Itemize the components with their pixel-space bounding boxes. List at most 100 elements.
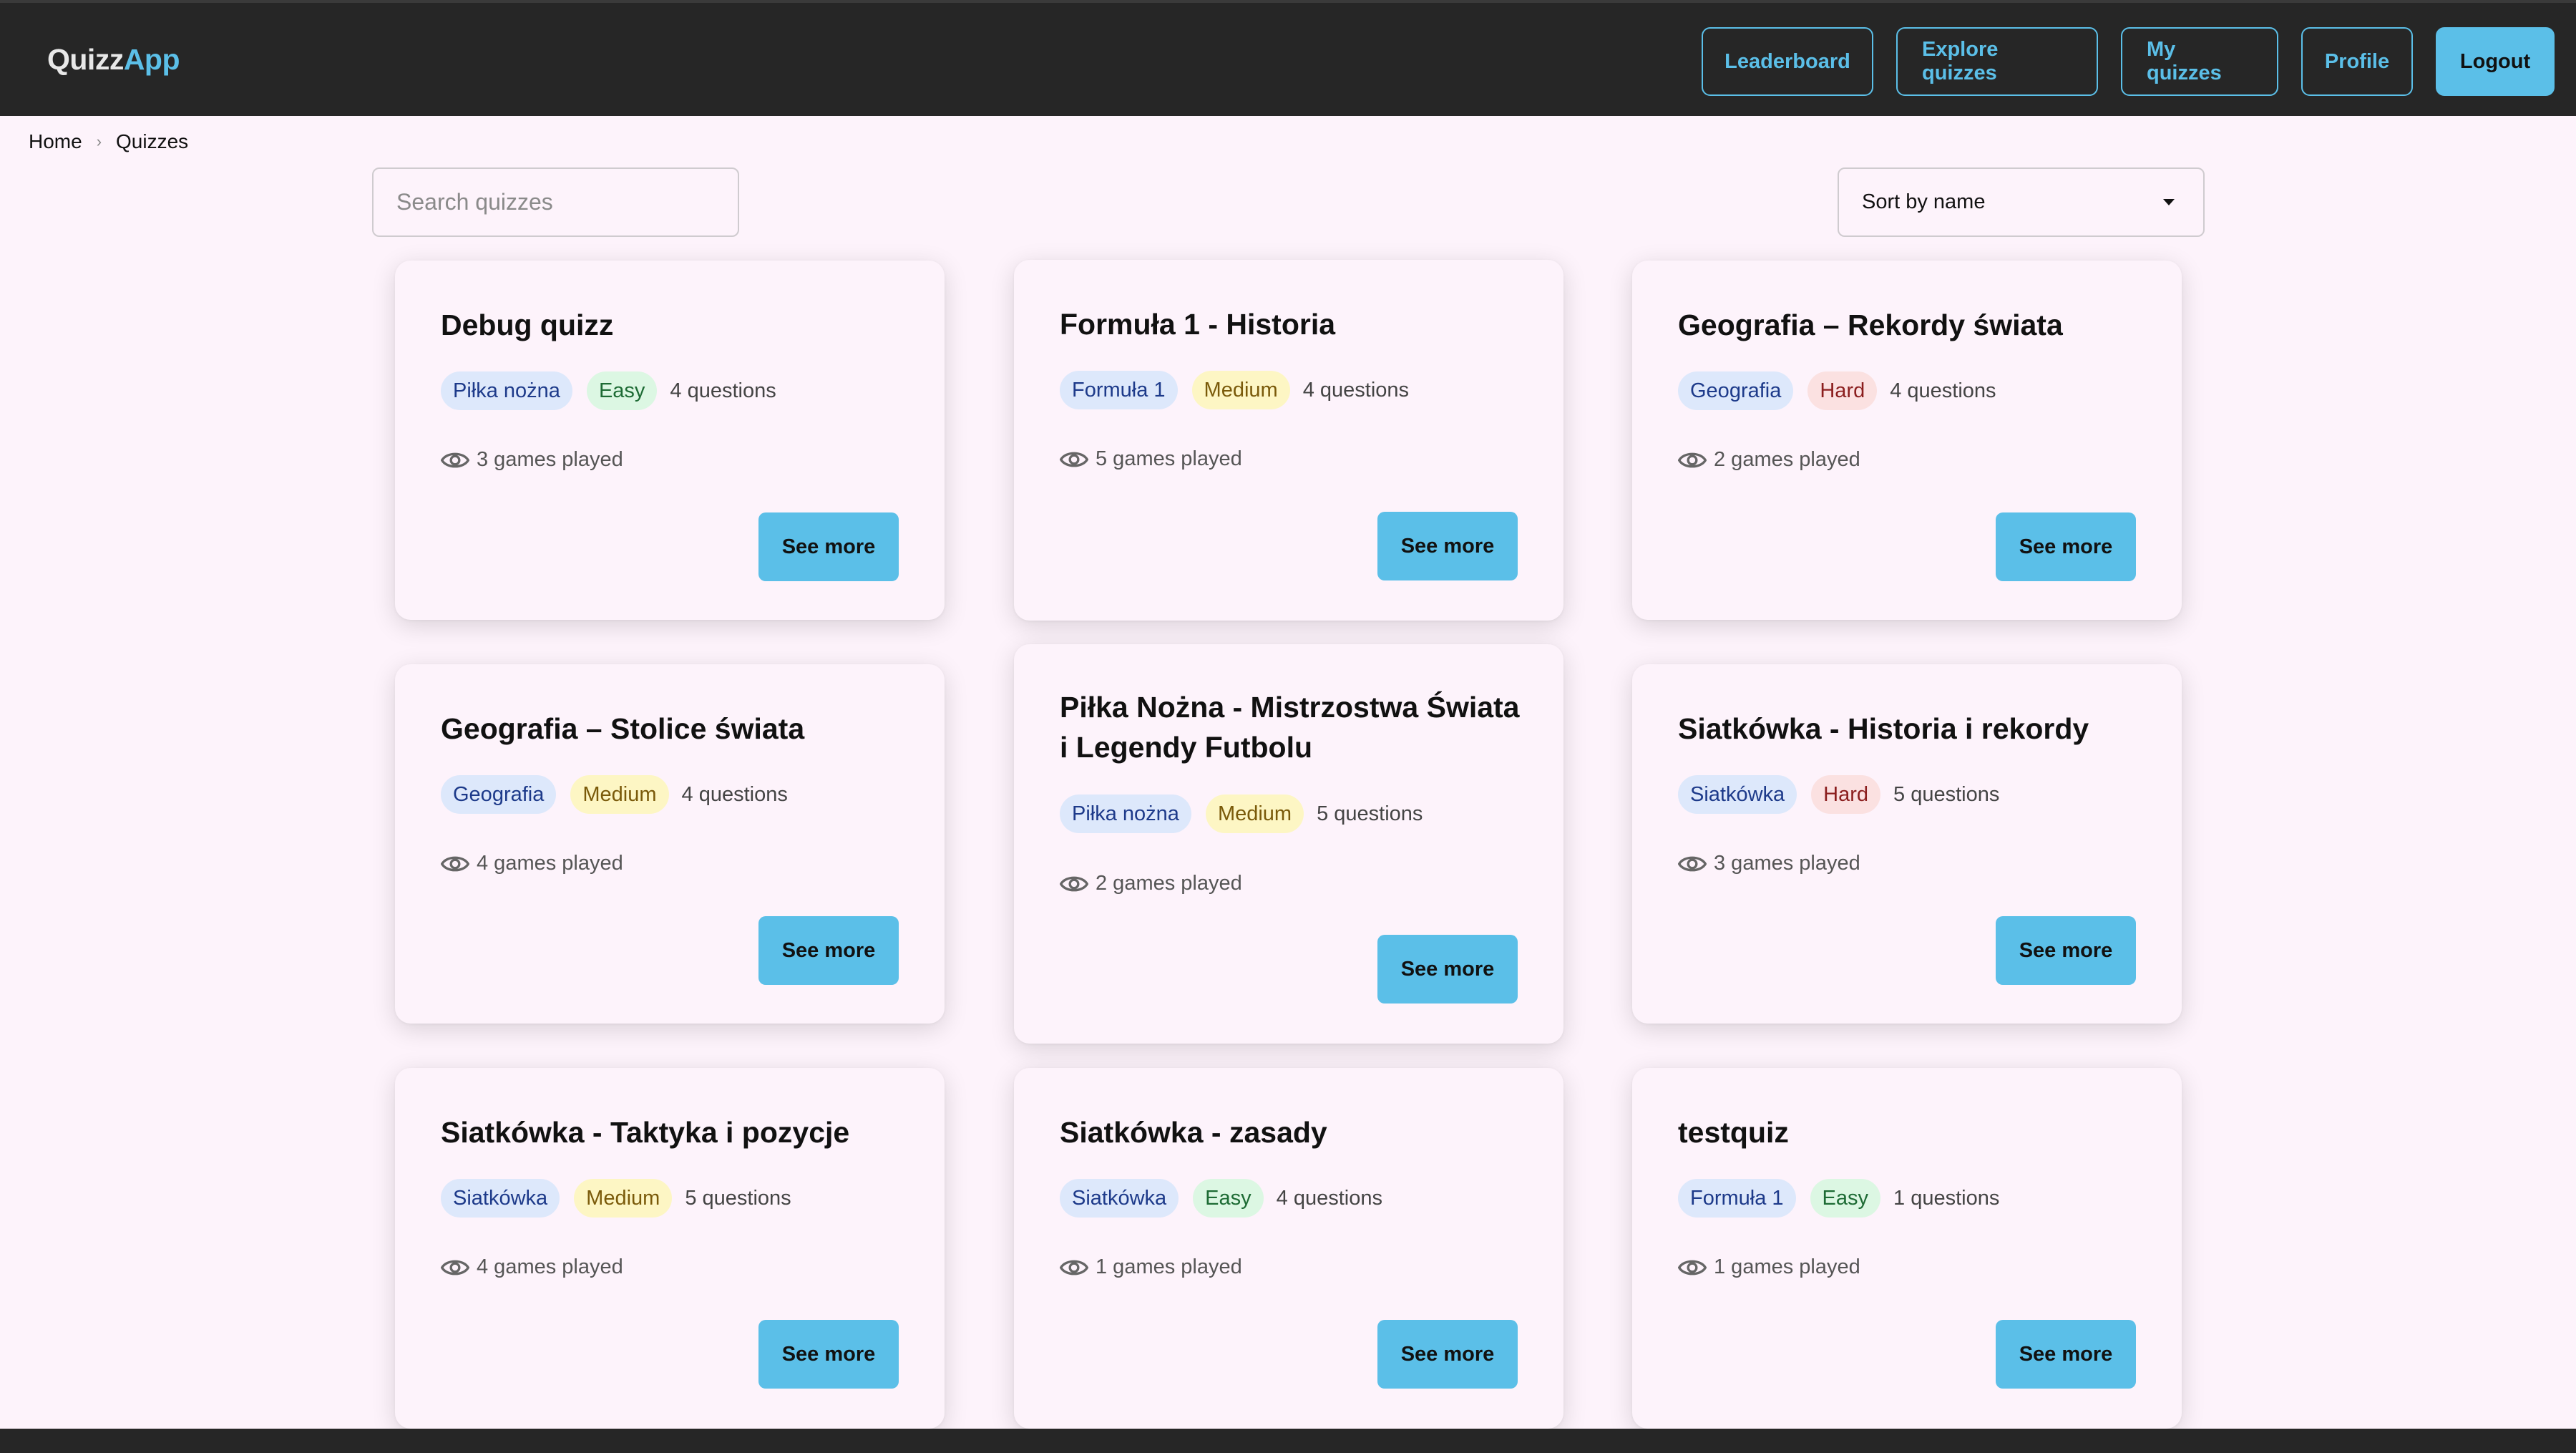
quiz-card: testquiz Formuła 1 Easy 1 questions 1 games … <box>1632 1068 2182 1429</box>
question-count: 4 questions <box>681 782 788 806</box>
eye-icon <box>1060 449 1088 470</box>
category-badge: Geografia <box>441 775 557 814</box>
difficulty-badge: Hard <box>1807 371 1878 410</box>
difficulty-badge: Medium <box>574 1179 673 1218</box>
category-badge: Geografia <box>1678 371 1794 410</box>
breadcrumb: Home › Quizzes <box>29 130 188 153</box>
my-quizzes-button[interactable]: My quizzes <box>2121 27 2278 96</box>
games-played-text: 4 games played <box>477 852 623 875</box>
question-count: 5 questions <box>1317 802 1423 825</box>
quiz-card: Siatkówka - Historia i rekordy Siatkówka H… <box>1632 664 2182 1024</box>
top-navbar: QuizzApp Leaderboard Explore quizzes My … <box>0 0 2576 116</box>
search-placeholder: Search quizzes <box>396 189 553 215</box>
leaderboard-button[interactable]: Leaderboard <box>1702 27 1873 96</box>
breadcrumb-home[interactable]: Home <box>29 130 82 153</box>
difficulty-badge: Easy <box>1810 1179 1881 1218</box>
games-played-text: 4 games played <box>477 1255 623 1278</box>
quiz-tags: Siatkówka Easy 4 questions <box>1060 1179 1382 1218</box>
games-played: 3 games played <box>441 448 623 472</box>
difficulty-badge: Easy <box>586 371 658 410</box>
category-badge: Siatkówka <box>441 1179 560 1218</box>
eye-icon <box>1678 449 1707 471</box>
see-more-button[interactable]: See more <box>1996 512 2136 581</box>
games-played: 3 games played <box>1678 852 1860 875</box>
quiz-title: Geografia – Stolice świata <box>441 712 805 745</box>
quiz-card: Geografia – Stolice świata Geografia Mediu… <box>395 664 945 1024</box>
eye-icon <box>1678 853 1707 875</box>
nav-buttons: Leaderboard Explore quizzes My quizzes P… <box>1702 27 2555 96</box>
eye-icon <box>441 449 469 471</box>
eye-icon <box>1060 1257 1088 1278</box>
logout-button[interactable]: Logout <box>2436 27 2555 96</box>
quiz-card: Formuła 1 - Historia Formuła 1 Medium 4 que… <box>1014 260 1563 621</box>
quiz-title: Formuła 1 - Historia <box>1060 308 1336 341</box>
games-played-text: 3 games played <box>477 448 623 471</box>
difficulty-badge: Easy <box>1193 1179 1264 1218</box>
see-more-button[interactable]: See more <box>1996 1320 2136 1389</box>
question-count: 5 questions <box>685 1186 791 1210</box>
question-count: 5 questions <box>1893 782 2000 806</box>
difficulty-badge: Hard <box>1811 775 1881 814</box>
quiz-title: Debug quizz <box>441 308 614 341</box>
breadcrumb-current: Quizzes <box>116 130 189 152</box>
category-badge: Formuła 1 <box>1060 371 1178 409</box>
see-more-button[interactable]: See more <box>758 916 899 985</box>
category-badge: Siatkówka <box>1060 1179 1179 1218</box>
eye-icon <box>441 1257 469 1278</box>
question-count: 1 questions <box>1893 1186 2000 1210</box>
see-more-button[interactable]: See more <box>1377 1320 1518 1389</box>
quiz-title: testquiz <box>1678 1116 1789 1149</box>
chevron-right-icon: › <box>96 132 102 150</box>
eye-icon <box>1678 1257 1707 1278</box>
games-played-text: 5 games played <box>1096 447 1242 470</box>
games-played-text: 1 games played <box>1096 1255 1242 1278</box>
games-played: 2 games played <box>1060 872 1242 895</box>
question-count: 4 questions <box>1276 1186 1382 1210</box>
games-played: 1 games played <box>1678 1255 1860 1279</box>
quiz-title: Geografia – Rekordy świata <box>1678 308 2063 341</box>
quiz-card: Piłka Nożna - Mistrzostwa Świata i Legen… <box>1014 644 1563 1044</box>
search-input[interactable]: Search quizzes <box>372 167 739 237</box>
quiz-tags: Formuła 1 Easy 1 questions <box>1678 1179 1999 1218</box>
quiz-title: Siatkówka - zasady <box>1060 1116 1327 1149</box>
quiz-tags: Piłka nożna Easy 4 questions <box>441 371 776 410</box>
question-count: 4 questions <box>1890 379 1996 402</box>
games-played: 4 games played <box>441 1255 623 1279</box>
quiz-tags: Formuła 1 Medium 4 questions <box>1060 371 1409 409</box>
see-more-button[interactable]: See more <box>1996 916 2136 985</box>
quiz-title: Siatkówka - Taktyka i pozycje <box>441 1116 850 1149</box>
difficulty-badge: Medium <box>570 775 669 814</box>
quiz-card: Siatkówka - zasady Siatkówka Easy 4 questio… <box>1014 1068 1563 1429</box>
category-badge: Siatkówka <box>1678 775 1797 814</box>
quiz-card: Debug quizz Piłka nożna Easy 4 questions 3 g… <box>395 261 945 620</box>
explore-quizzes-button[interactable]: Explore quizzes <box>1896 27 2098 96</box>
sort-select[interactable]: Sort by name <box>1838 167 2205 237</box>
see-more-button[interactable]: See more <box>758 1320 899 1389</box>
games-played: 2 games played <box>1678 448 1860 472</box>
see-more-button[interactable]: See more <box>1377 935 1518 1004</box>
category-badge: Formuła 1 <box>1678 1179 1796 1218</box>
quiz-tags: Geografia Hard 4 questions <box>1678 371 1996 410</box>
games-played-text: 1 games played <box>1714 1255 1860 1278</box>
quiz-card: Geografia – Rekordy świata Geografia Hard 4… <box>1632 261 2182 620</box>
sort-selected-value: Sort by name <box>1862 190 1986 213</box>
logo-text-app: App <box>123 43 180 76</box>
logo-text-quizz: Quizz <box>47 43 124 76</box>
caret-down-icon <box>2163 199 2175 205</box>
profile-button[interactable]: Profile <box>2301 27 2413 96</box>
see-more-button[interactable]: See more <box>758 512 899 581</box>
see-more-button[interactable]: See more <box>1377 512 1518 580</box>
eye-icon <box>1060 873 1088 895</box>
quiz-tags: Piłka nożna Medium 5 questions <box>1060 794 1423 833</box>
games-played: 1 games played <box>1060 1255 1242 1279</box>
games-played-text: 2 games played <box>1096 872 1242 895</box>
quiz-card: Siatkówka - Taktyka i pozycje Siatkówka Me… <box>395 1068 945 1429</box>
quiz-title: Siatkówka - Historia i rekordy <box>1678 712 2089 745</box>
difficulty-badge: Medium <box>1205 794 1304 833</box>
question-count: 4 questions <box>670 379 776 402</box>
question-count: 4 questions <box>1302 378 1410 402</box>
category-badge: Piłka nożna <box>1060 794 1191 833</box>
footer-bar <box>0 1429 2576 1453</box>
quiz-title: Piłka Nożna - Mistrzostwa Świata i Legen… <box>1060 691 1520 764</box>
app-logo[interactable]: QuizzApp <box>47 43 180 77</box>
